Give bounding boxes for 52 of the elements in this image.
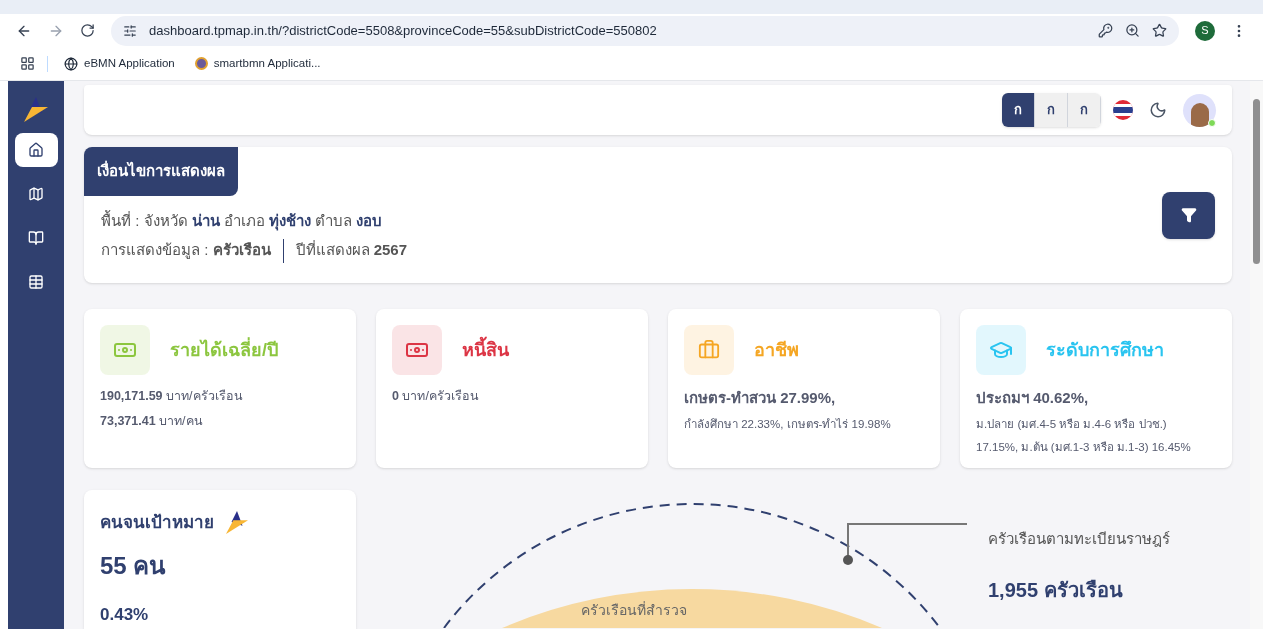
- key-icon[interactable]: [1098, 23, 1113, 38]
- emblem-icon: [194, 57, 208, 70]
- table-icon: [28, 274, 44, 290]
- stat-line: 73,371.41 บาท/คน: [100, 412, 204, 430]
- apps-icon[interactable]: [20, 56, 35, 71]
- zoom-icon[interactable]: [1125, 23, 1140, 38]
- home-icon: [28, 142, 44, 158]
- filter-title: เงื่อนไขการแสดงผล: [84, 147, 238, 196]
- logo-icon: [24, 97, 48, 123]
- dark-mode-icon[interactable]: [1149, 101, 1167, 119]
- outer-value: 1,955 ครัวเรือน: [988, 578, 1123, 603]
- briefcase-icon: [698, 339, 720, 361]
- stat-lead: เกษตร-ทำสวน 27.99%,: [684, 388, 837, 408]
- target-percent: 0.43%: [100, 604, 150, 626]
- year-text: ปีที่แสดงผล 2567: [295, 239, 408, 261]
- area-text: พื้นที่ : จังหวัด น่าน อำเภอ ทุ่งช้าง ตำบล งอบ: [101, 210, 384, 233]
- bookmark-link[interactable]: smartbmn Applicati...: [190, 54, 325, 73]
- stat-title: ระดับการศึกษา: [1046, 338, 1164, 362]
- target-title: คนจนเป้าหมาย: [100, 512, 214, 535]
- globe-icon: [64, 56, 78, 71]
- filter-icon: [1180, 207, 1197, 223]
- url-text: dashboard.tpmap.in.th/?districtCode=5508&provinceCode=55&subDistrictCode=550802: [149, 21, 658, 40]
- address-bar[interactable]: dashboard.tpmap.in.th/?districtCode=5508&provinceCode=55&subDistrictCode=550802: [111, 15, 1179, 46]
- avatar[interactable]: [1183, 93, 1216, 127]
- font-size-button[interactable]: ก: [1068, 93, 1101, 127]
- bookmark-link[interactable]: eBMN Application: [60, 54, 179, 73]
- stat-title: รายได้เฉลี่ย/ปี: [170, 336, 278, 362]
- site-settings-icon[interactable]: [123, 23, 137, 38]
- font-size-button[interactable]: ก: [1002, 93, 1035, 127]
- stat-line: 17.15%, ม.ต้น (มศ.1-3 หรือ ม.1-3) 16.45%: [976, 439, 1192, 455]
- font-size-button[interactable]: ก: [1035, 93, 1068, 127]
- thai-flag-icon[interactable]: [1113, 100, 1133, 120]
- profile-avatar[interactable]: S: [1195, 20, 1215, 41]
- scrollbar-thumb[interactable]: [1253, 99, 1260, 264]
- stat-title: หนี้สิน: [462, 336, 509, 364]
- map-icon: [28, 186, 44, 202]
- stat-line: ม.ปลาย (มศ.4-5 หรือ ม.4-6 หรือ ปวช.): [976, 416, 1168, 432]
- book-icon: [28, 230, 44, 246]
- target-count: 55 คน: [100, 551, 167, 581]
- stat-lead: ประถมฯ 40.62%,: [976, 388, 1090, 408]
- filter-button[interactable]: [1162, 191, 1215, 239]
- bookmark-star-icon[interactable]: [1152, 23, 1167, 38]
- stat-line: กำลังศึกษา 22.33%, เกษตร-ทำไร่ 19.98%: [684, 416, 892, 432]
- stat-title: อาชีพ: [754, 338, 799, 362]
- stat-line: 0 บาท/ครัวเรือน: [392, 388, 480, 405]
- outer-label: ครัวเรือนตามทะเบียนราษฎร์: [988, 529, 1170, 549]
- inner-label: ครัวเรือนที่สำรวจ: [581, 603, 687, 617]
- stat-line: 190,171.59 บาท/ครัวเรือน: [100, 388, 244, 405]
- sidebar-home-button[interactable]: [14, 133, 58, 167]
- data-type-text: การแสดงข้อมูล : ครัวเรือน: [101, 240, 271, 261]
- logo-icon: [226, 510, 248, 536]
- reload-icon[interactable]: [80, 23, 95, 38]
